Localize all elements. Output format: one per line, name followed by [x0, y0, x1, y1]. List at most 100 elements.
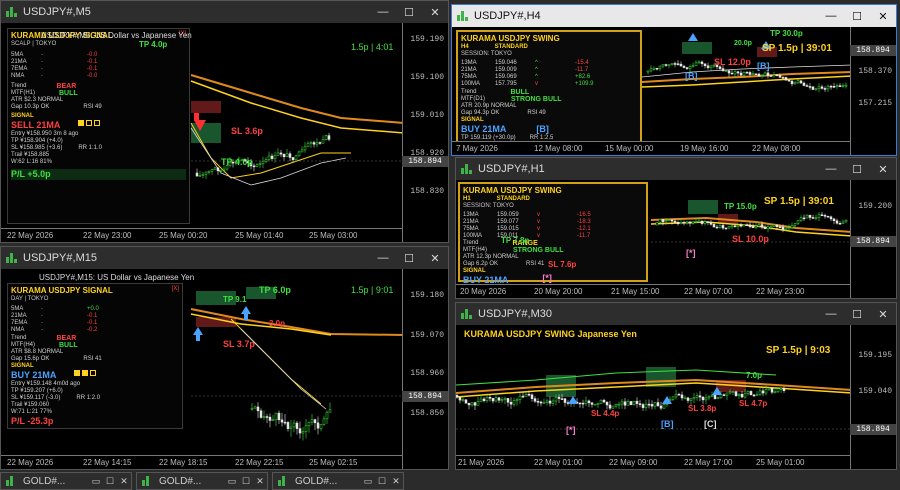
- maximize-button[interactable]: ☐: [396, 247, 422, 269]
- restore-button[interactable]: ▭: [361, 476, 375, 487]
- close-button[interactable]: ✕: [870, 158, 896, 180]
- close-button[interactable]: ✕: [389, 476, 403, 487]
- window-titlebar[interactable]: USDJPY#,M30 — ☐ ✕: [456, 303, 896, 325]
- xtick: 22 May 2026: [7, 231, 54, 240]
- price-axis[interactable]: 159.200 158.894: [850, 180, 896, 298]
- candle-body: [515, 399, 519, 402]
- window-titlebar[interactable]: USDJPY#,H4 — ☐ ✕: [452, 5, 896, 27]
- ma-name: 5MA: [11, 52, 24, 58]
- signal-label: SIGNAL: [461, 117, 484, 123]
- minimize-button[interactable]: —: [370, 1, 396, 23]
- candle-body: [829, 85, 833, 88]
- mtf-label: MTF(H4): [11, 342, 35, 348]
- close-button[interactable]: ✕: [870, 303, 896, 325]
- close-button[interactable]: ✕: [422, 1, 448, 23]
- chart-plot-area[interactable]: KURAMA USDJPY SWING Japanese Yen 7.0p SL…: [456, 325, 896, 469]
- chart-plot-area[interactable]: KURAMA USDJPY SWING H4 STANDARD SESSION: …: [452, 27, 896, 155]
- minimized-window-tab[interactable]: GOLD#... ▭ ☐ ✕: [0, 472, 132, 490]
- price-axis[interactable]: 158.370 157.215 158.894: [850, 27, 896, 155]
- maximize-button[interactable]: ☐: [239, 476, 253, 487]
- chart-window-m5[interactable]: USDJPY#,M5 — ☐ ✕ KURAMA USDJPY SIGNAL [X]…: [0, 0, 449, 243]
- time-axis[interactable]: 21 May 2026 22 May 01:00 22 May 09:00 22…: [456, 455, 850, 469]
- candle-body: [727, 70, 731, 74]
- candle-body: [691, 65, 695, 67]
- time-axis[interactable]: 22 May 2026 22 May 14:15 22 May 18:15 22…: [1, 455, 402, 469]
- trend-label: Trend: [463, 240, 479, 246]
- candle-body: [692, 397, 696, 400]
- maximize-button[interactable]: ☐: [396, 1, 422, 23]
- chart-plot-area[interactable]: KURAMA USDJPY SIGNAL [X] SCALP | TOKYO 5M…: [1, 23, 448, 242]
- ma-spacer: [75, 327, 87, 334]
- candle-body: [271, 419, 275, 421]
- ma-price: 159.046: [495, 60, 517, 66]
- close-button[interactable]: ✕: [253, 476, 267, 487]
- minimized-window-tab[interactable]: GOLD#... ▭ ☐ ✕: [272, 472, 404, 490]
- candle-body: [709, 65, 713, 68]
- candle-body: [704, 397, 708, 401]
- price-axis[interactable]: 159.190 159.100 159.010 158.920 158.830 …: [402, 23, 448, 242]
- window-titlebar[interactable]: USDJPY#,M5 — ☐ ✕: [1, 1, 448, 23]
- maximize-button[interactable]: ☐: [103, 476, 117, 487]
- maximize-button[interactable]: ☐: [844, 158, 870, 180]
- candle-body: [814, 88, 818, 91]
- candle-body: [270, 155, 274, 159]
- chart-plot-area[interactable]: KURAMA USDJPY SWING H1 STANDARD SESSION: …: [456, 180, 896, 298]
- candle-body: [731, 391, 735, 393]
- close-button[interactable]: ✕: [870, 5, 896, 27]
- signal-tag-3: [C]: [704, 419, 717, 429]
- candle-body: [683, 397, 687, 400]
- window-titlebar[interactable]: USDJPY#,H1 — ☐ ✕: [456, 158, 896, 180]
- candle-body: [250, 408, 254, 410]
- signal-value: BUY 21MA: [461, 124, 507, 134]
- window-titlebar[interactable]: USDJPY#,M15 — ☐ ✕: [1, 247, 448, 269]
- restore-button[interactable]: ▭: [89, 476, 103, 487]
- maximize-button[interactable]: ☐: [844, 303, 870, 325]
- candle-body: [557, 397, 561, 399]
- minimize-button[interactable]: —: [818, 5, 844, 27]
- candle-body: [662, 404, 666, 409]
- candle-body: [491, 398, 495, 402]
- candle-body: [787, 79, 791, 82]
- candle-body: [518, 395, 522, 400]
- minimize-button[interactable]: —: [818, 303, 844, 325]
- ma-name: 21MA: [463, 219, 479, 225]
- time-axis[interactable]: 22 May 2026 22 May 23:00 25 May 00:20 25…: [1, 228, 402, 242]
- time-axis[interactable]: 7 May 2026 12 May 08:00 15 May 00:00 19 …: [452, 141, 850, 155]
- chart-window-h4[interactable]: USDJPY#,H4 — ☐ ✕ KURAMA USDJPY SWING H4 S…: [451, 4, 897, 156]
- close-button[interactable]: ✕: [422, 247, 448, 269]
- maximize-button[interactable]: ☐: [375, 476, 389, 487]
- candle-body: [751, 226, 755, 228]
- minimized-window-tab[interactable]: GOLD#... ▭ ☐ ✕: [136, 472, 268, 490]
- signal-tag: [B]: [536, 124, 549, 134]
- candle-body: [727, 225, 731, 229]
- signal-panel: KURAMA USDJPY SIGNAL [X] SCALP | TOKYO 5M…: [7, 28, 190, 224]
- candle-body: [661, 219, 665, 223]
- maximize-button[interactable]: ☐: [844, 5, 870, 27]
- chart-plot-area[interactable]: KURAMA USDJPY SIGNAL [X] DAY | TOKYO 5MA -…: [1, 269, 448, 469]
- price-axis[interactable]: 159.195 159.040 158.894: [850, 325, 896, 469]
- ma-row: 75MA 159.069 ^ +82.6: [461, 74, 637, 81]
- candle-body: [316, 422, 320, 429]
- candle-body: [626, 401, 630, 406]
- candle-body: [587, 400, 591, 404]
- candle-body: [721, 225, 725, 229]
- xtick: 22 May 17:00: [684, 458, 733, 467]
- candle-body: [796, 80, 800, 84]
- chart-description: USDJPY#,M5: US Dollar vs Japanese Yen: [41, 31, 192, 40]
- close-button[interactable]: ✕: [117, 476, 131, 487]
- signal-label: SIGNAL: [11, 113, 34, 119]
- candle-body: [754, 225, 758, 228]
- minimize-button[interactable]: —: [370, 247, 396, 269]
- chart-window-m30[interactable]: USDJPY#,M30 — ☐ ✕ KURAMA USDJPY SWING Ja…: [455, 302, 897, 470]
- price-axis[interactable]: 159.180 159.070 158.960 158.850 158.894: [402, 269, 448, 469]
- candle-body: [736, 71, 740, 74]
- chart-window-m15[interactable]: USDJPY#,M15 — ☐ ✕ KURAMA USDJPY SIGNAL [X…: [0, 246, 449, 470]
- chart-window-h1[interactable]: USDJPY#,H1 — ☐ ✕ KURAMA USDJPY SWING H1 S…: [455, 157, 897, 299]
- candle-body: [461, 399, 465, 402]
- minimize-button[interactable]: —: [818, 158, 844, 180]
- trail-text: Trail ¥159.060: [11, 402, 50, 408]
- restore-button[interactable]: ▭: [225, 476, 239, 487]
- candle-body: [790, 224, 794, 228]
- time-axis[interactable]: 20 May 2026 20 May 20:00 21 May 15:00 22…: [456, 284, 850, 298]
- panel-close-mark[interactable]: [X]: [172, 286, 179, 296]
